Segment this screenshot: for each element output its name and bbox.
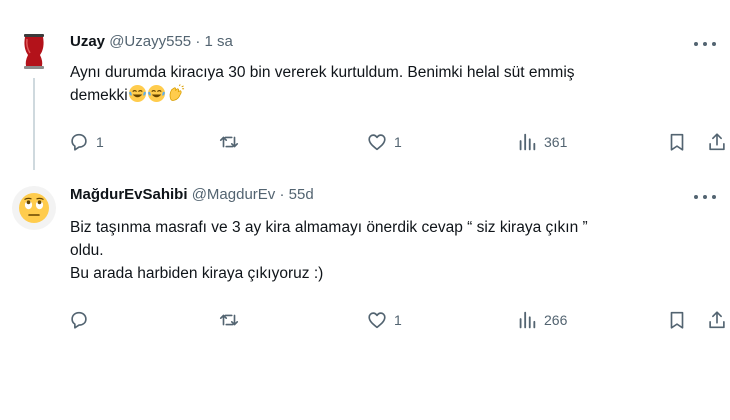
- tweet-magdurevsahibi[interactable]: MağdurEvSahibi @MagdurEv · 55d Biz taşın…: [0, 170, 730, 350]
- tweet-text-line: oldu.: [70, 242, 104, 259]
- separator-dot: ·: [195, 33, 201, 50]
- reply-icon: [71, 311, 87, 329]
- more-options-icon[interactable]: [694, 189, 716, 205]
- retweet-button[interactable]: [218, 308, 246, 332]
- retweet-icon: [219, 314, 239, 326]
- tweet-text-line: demekki: [70, 84, 710, 107]
- tweet-text-line: Biz taşınma masrafı ve 3 ay kira almamay…: [70, 219, 588, 236]
- share-icon: [709, 311, 725, 329]
- views-chart-icon: [519, 311, 536, 329]
- user-handle[interactable]: @MagdurEv: [192, 186, 276, 203]
- tweet-actions: 1 266: [60, 308, 730, 332]
- view-count: 361: [544, 134, 568, 150]
- like-button[interactable]: 1: [366, 308, 402, 332]
- view-count: 266: [544, 312, 568, 328]
- timestamp[interactable]: 1 sa: [204, 33, 232, 50]
- bookmark-button[interactable]: [666, 130, 688, 154]
- retweet-button[interactable]: [218, 130, 246, 154]
- tweet-text-line: Aynı durumda kiracıya 30 bin vererek kur…: [70, 64, 575, 81]
- tweet-text-line: Bu arada harbiden kiraya çıkıyoruz :): [70, 265, 324, 282]
- tweet-text-segment: demekki: [70, 87, 128, 104]
- views-button[interactable]: 266: [516, 308, 567, 332]
- tweet-text: Aynı durumda kiracıya 30 bin vererek kur…: [70, 61, 710, 107]
- like-button[interactable]: 1: [366, 130, 402, 154]
- like-count: 1: [394, 312, 402, 328]
- tweet-actions: 1 1 361: [60, 130, 730, 154]
- share-button[interactable]: [706, 130, 728, 154]
- display-name[interactable]: MağdurEvSahibi: [70, 186, 188, 203]
- thread-line: [33, 78, 35, 170]
- tweet-uzay[interactable]: Uzay @Uzayy555 · 1 sa Aynı durumda kirac…: [0, 0, 730, 170]
- share-icon: [709, 133, 725, 151]
- tweet-header: Uzay @Uzayy555 · 1 sa: [70, 33, 233, 50]
- bookmark-button[interactable]: [666, 308, 688, 332]
- display-name[interactable]: Uzay: [70, 33, 105, 50]
- reply-button[interactable]: [68, 308, 96, 332]
- heart-icon: [368, 312, 386, 329]
- retweet-icon: [219, 136, 239, 148]
- tweet-text: Biz taşınma masrafı ve 3 ay kira almamay…: [70, 216, 710, 285]
- reply-count: 1: [96, 134, 104, 150]
- avatar-magdurevsahibi[interactable]: [12, 186, 56, 230]
- reply-icon: [71, 133, 87, 151]
- tweet-header: MağdurEvSahibi @MagdurEv · 55d: [70, 186, 314, 203]
- clapping-hands-icon: [169, 84, 184, 101]
- tea-glass-icon: [24, 34, 44, 69]
- heart-icon: [368, 134, 386, 151]
- face-with-tears-of-joy-icon: [128, 84, 146, 103]
- timestamp[interactable]: 55d: [289, 186, 314, 203]
- more-options-icon[interactable]: [694, 36, 716, 52]
- bookmark-icon: [670, 133, 684, 151]
- views-button[interactable]: 361: [516, 130, 567, 154]
- reply-button[interactable]: 1: [68, 130, 104, 154]
- bookmark-icon: [670, 311, 684, 329]
- avatar-uzay[interactable]: [12, 28, 56, 72]
- share-button[interactable]: [706, 308, 728, 332]
- separator-dot: ·: [279, 186, 285, 203]
- eye-roll-face-icon: [19, 193, 49, 223]
- views-chart-icon: [519, 133, 536, 151]
- like-count: 1: [394, 134, 402, 150]
- user-handle[interactable]: @Uzayy555: [109, 33, 191, 50]
- face-with-tears-of-joy-icon: [147, 84, 165, 103]
